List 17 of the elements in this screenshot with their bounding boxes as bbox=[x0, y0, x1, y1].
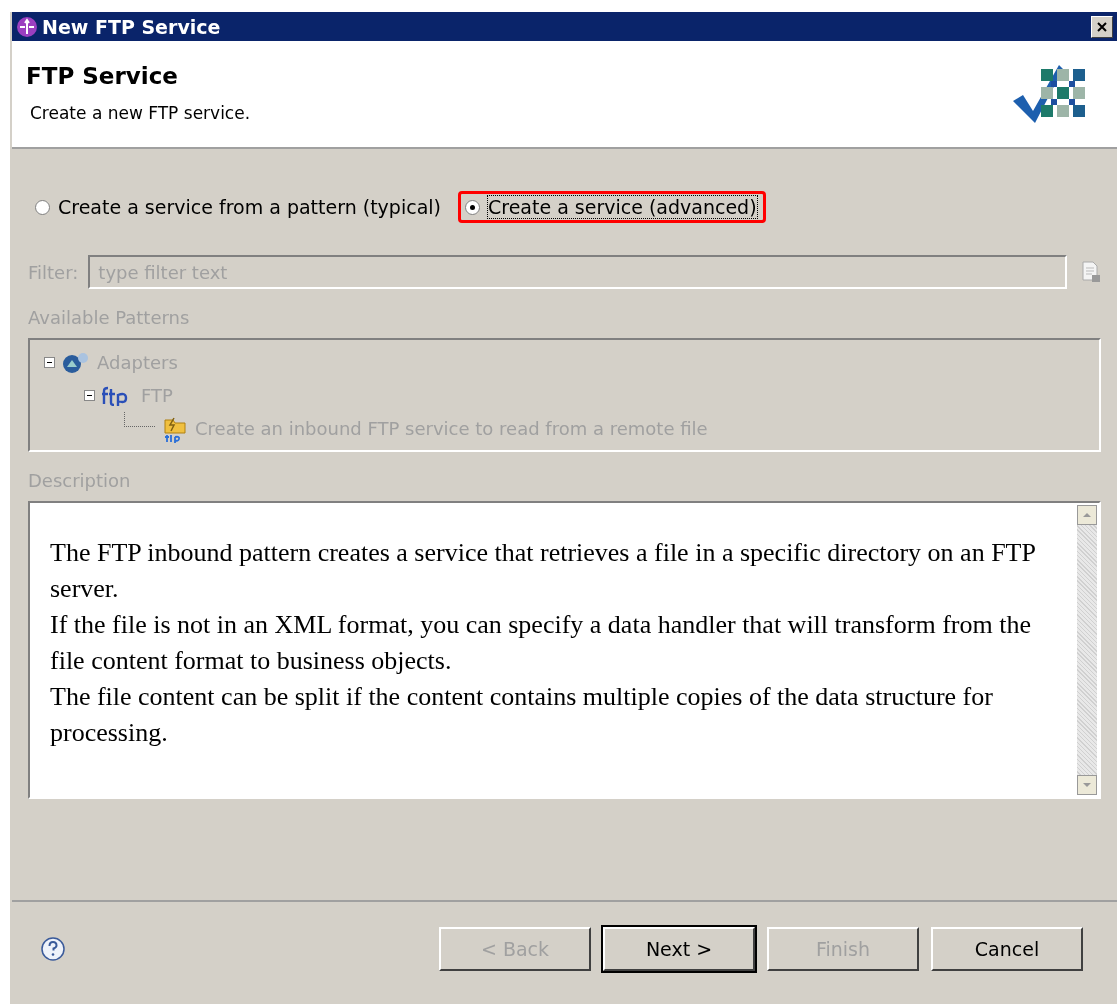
window-title: New FTP Service bbox=[42, 15, 222, 38]
radio-option[interactable]: Create a service (advanced) bbox=[457, 191, 766, 223]
radio-option[interactable]: Create a service from a pattern (typical) bbox=[28, 191, 450, 223]
dialog-button[interactable]: Cancel bbox=[931, 927, 1083, 971]
close-icon[interactable] bbox=[1096, 20, 1108, 33]
page-title: FTP Service bbox=[26, 63, 179, 89]
globe-icon bbox=[61, 351, 91, 374]
help-icon[interactable] bbox=[40, 936, 66, 962]
description-text: The file content can be split if the content contains multiple copies of the data structure for processing. bbox=[50, 681, 994, 749]
tree-connector bbox=[124, 412, 155, 427]
page-subtitle: Create a new FTP service. bbox=[29, 103, 251, 123]
clear-document-icon[interactable] bbox=[1081, 261, 1101, 283]
description-text: The FTP inbound pattern creates a service that retrieves a file in a specific directory on an FTP server. bbox=[50, 537, 1036, 605]
close-button[interactable] bbox=[1091, 15, 1113, 38]
description-text: If the file is not in an XML format, you can specify a data handler that will transform from the file content format to business objects. bbox=[50, 609, 1032, 677]
app-icon bbox=[16, 15, 38, 38]
dialog-button[interactable]: Next > bbox=[603, 927, 755, 971]
